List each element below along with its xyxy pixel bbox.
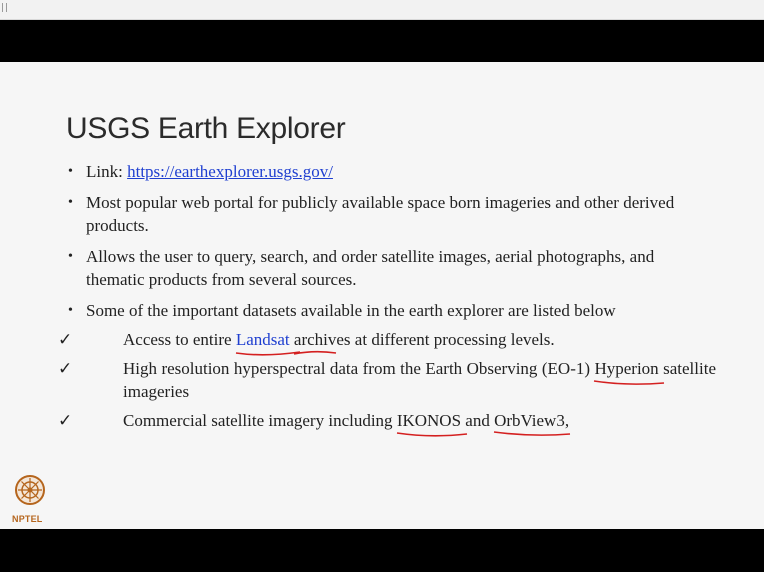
bullet-dot: • <box>68 195 73 210</box>
check-text: Access to entire <box>123 330 236 349</box>
red-underline-icon <box>293 350 337 355</box>
bullet-dot: • <box>68 303 73 318</box>
checkmark-icon: ✓ <box>58 359 73 378</box>
landsat-highlight: Landsat <box>235 328 300 356</box>
slide-title: USGS Earth Explorer <box>66 112 346 145</box>
check-text: ves at different processing levels. <box>327 330 555 349</box>
slide: USGS Earth Explorer • Link: https://eart… <box>0 62 764 529</box>
ikonos-underlined: IKONOS <box>396 409 467 437</box>
bullet-link: • Link: https://earthexplorer.usgs.gov/ <box>66 160 716 183</box>
check-text: Commercial satellite imagery including <box>123 411 397 430</box>
checkmark-icon: ✓ <box>58 411 73 430</box>
red-underline-icon <box>594 380 665 385</box>
bottom-black-bar <box>0 529 764 572</box>
bullet-text: Allows the user to query, search, and or… <box>86 247 655 289</box>
bullet-item: • Allows the user to query, search, and … <box>66 245 716 291</box>
bullet-prefix: Link: <box>86 162 128 181</box>
bullet-item: • Most popular web portal for publicly a… <box>66 191 716 237</box>
check-item-hyperion: ✓ High resolution hyperspectral data fro… <box>58 357 716 403</box>
hyperion-underlined: Hyperion <box>594 357 665 385</box>
landsat-label: Landsat <box>235 330 290 349</box>
nptel-label: NPTEL <box>12 514 43 524</box>
earthexplorer-link[interactable]: https://earthexplorer.usgs.gov/ <box>127 162 333 181</box>
orbview-underlined: OrbView3 <box>493 409 571 436</box>
red-underline-icon <box>396 432 467 437</box>
top-strip <box>0 0 764 20</box>
red-underline-icon <box>493 431 571 436</box>
bullet-text: Some of the important datasets available… <box>86 301 616 320</box>
bullet-dot: • <box>68 164 73 179</box>
check-item-landsat: ✓ Access to entire Landsat archi ves at d… <box>58 328 716 356</box>
bullet-dot: • <box>68 249 73 264</box>
slide-content: • Link: https://earthexplorer.usgs.gov/ … <box>58 160 716 438</box>
check-text: High resolution hyperspectral data from … <box>123 359 595 378</box>
bullet-text: Most popular web portal for publicly ava… <box>86 193 675 235</box>
checkmark-icon: ✓ <box>58 330 73 349</box>
window-mark-icon <box>2 3 7 12</box>
bullet-item: • Some of the important datasets availab… <box>66 299 716 322</box>
check-item-commercial: ✓ Commercial satellite imagery including… <box>58 409 716 437</box>
archi-underlined: archi <box>293 328 337 355</box>
archi-label: archi <box>293 330 328 349</box>
hyperion-label: Hyperion <box>594 359 659 378</box>
top-black-bar <box>0 20 764 62</box>
